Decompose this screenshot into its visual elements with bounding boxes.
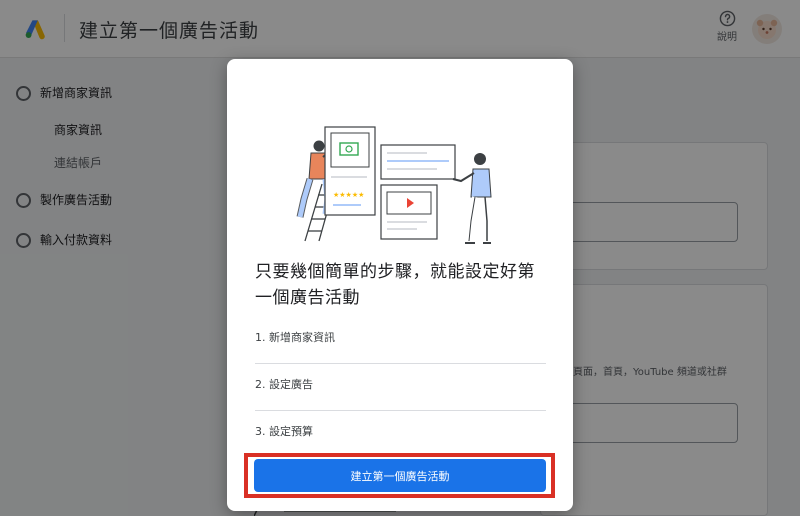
step-text: 1. 新增商家資訊: [255, 331, 335, 344]
step-text: 2. 設定廣告: [255, 378, 313, 391]
step-text: 3. 設定預算: [255, 425, 313, 438]
list-item: 2. 設定廣告: [255, 364, 546, 411]
list-item: 1. 新增商家資訊: [255, 317, 546, 364]
setup-steps-list: 1. 新增商家資訊 2. 設定廣告 3. 設定預算: [255, 317, 546, 458]
welcome-dialog: ★★★★★ 只要幾個簡單的步驟，就能設定好第一個廣告活動 1. 新增商家資訊 2…: [227, 59, 573, 511]
svg-text:★★★★★: ★★★★★: [333, 191, 364, 199]
list-item: 3. 設定預算: [255, 411, 546, 458]
create-first-campaign-button[interactable]: 建立第一個廣告活動: [254, 459, 546, 492]
dialog-title: 只要幾個簡單的步驟，就能設定好第一個廣告活動: [255, 262, 535, 308]
